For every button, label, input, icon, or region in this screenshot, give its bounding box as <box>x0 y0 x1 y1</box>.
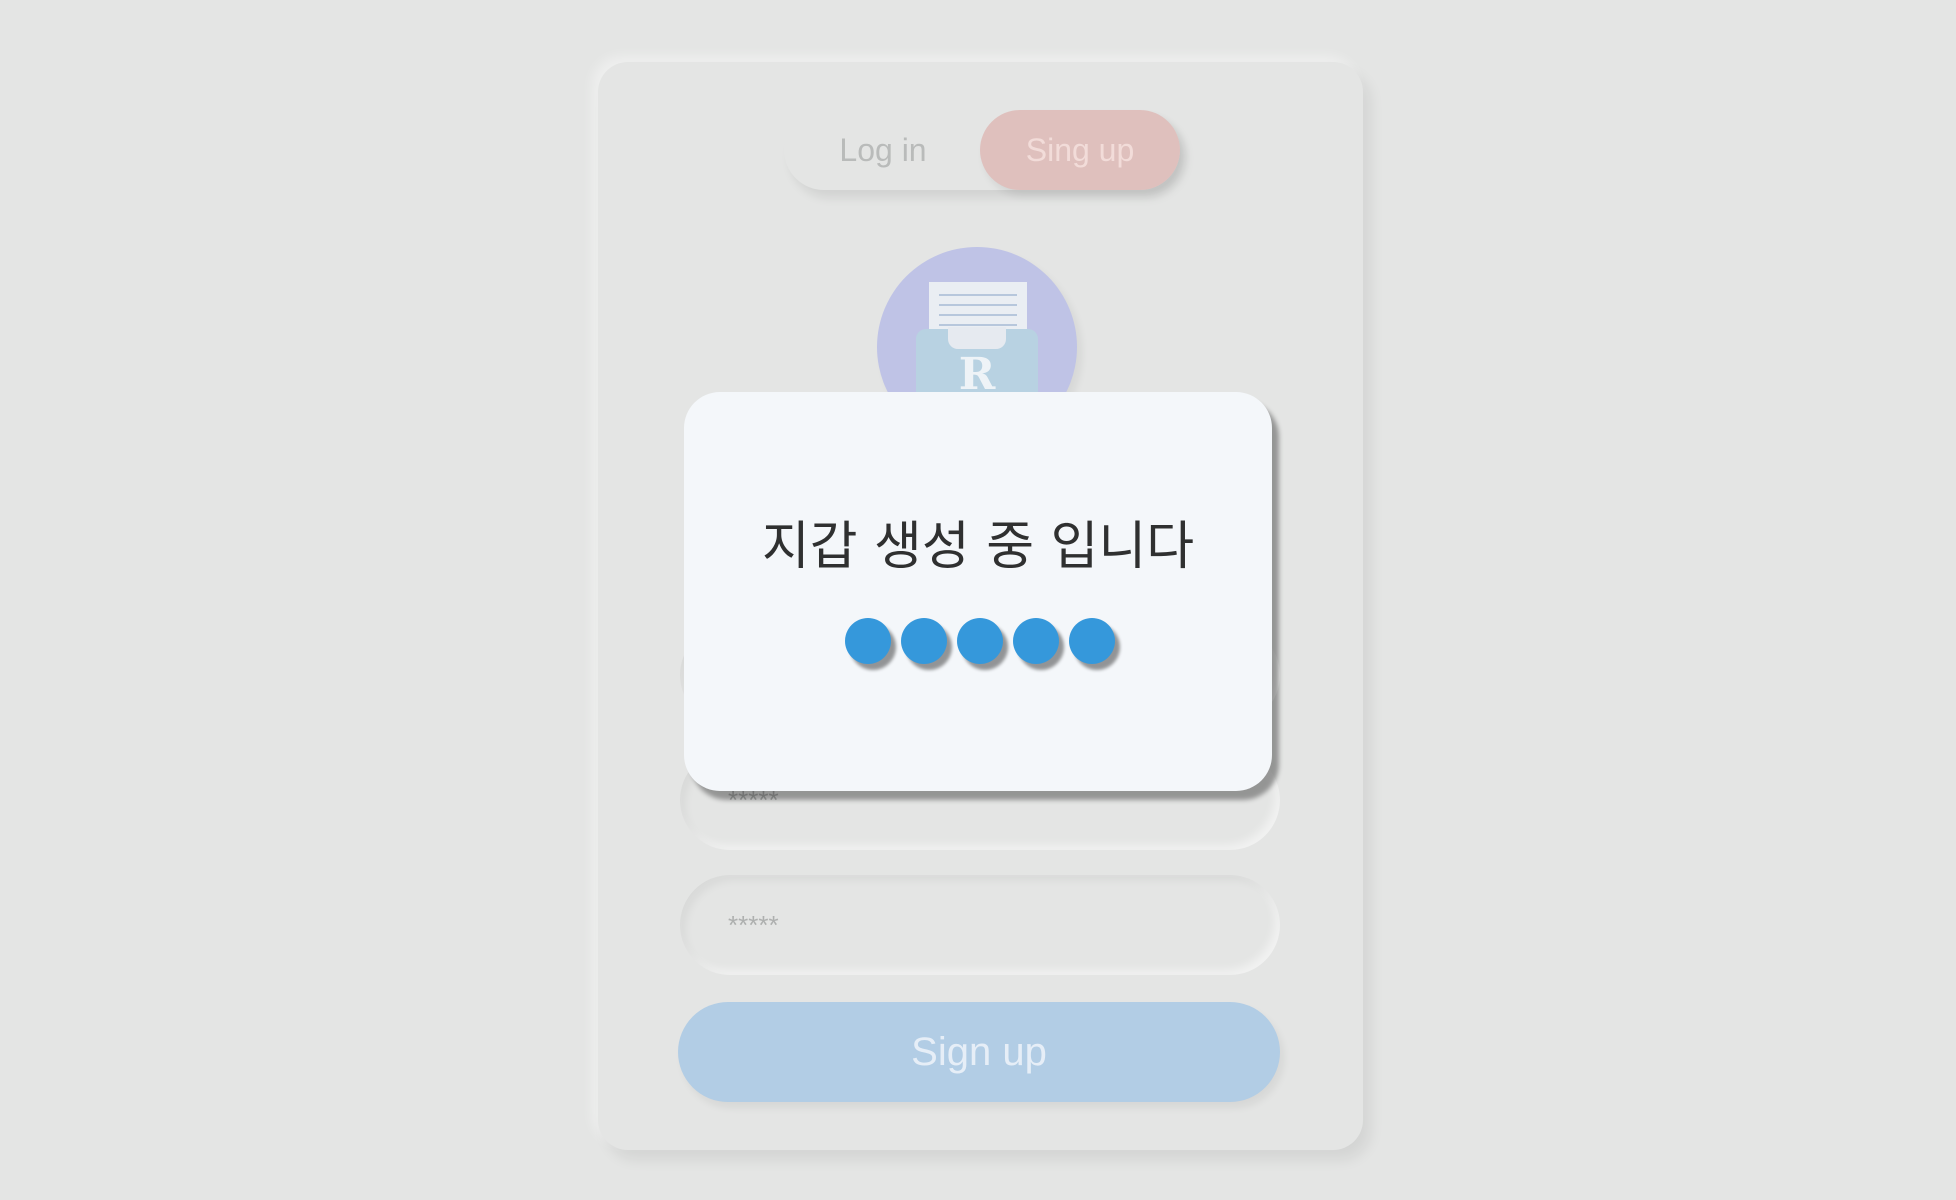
screen: Log in Sing up R Sign up 지갑 생성 중 입니다 <box>0 0 1956 1200</box>
loading-dot <box>845 618 891 664</box>
confirm-password-input[interactable] <box>728 875 1248 975</box>
loading-dot <box>957 618 1003 664</box>
tab-signup[interactable]: Sing up <box>980 110 1180 190</box>
tab-login[interactable]: Log in <box>784 110 982 190</box>
loading-dot <box>1013 618 1059 664</box>
sign-up-button[interactable]: Sign up <box>678 1002 1280 1102</box>
loading-indicator <box>845 618 1115 664</box>
confirm-password-field[interactable] <box>680 875 1280 975</box>
auth-tabs: Log in Sing up <box>784 110 1180 190</box>
loading-modal: 지갑 생성 중 입니다 <box>684 392 1272 791</box>
loading-dot <box>901 618 947 664</box>
loading-dot <box>1069 618 1115 664</box>
modal-title: 지갑 생성 중 입니다 <box>761 517 1195 577</box>
